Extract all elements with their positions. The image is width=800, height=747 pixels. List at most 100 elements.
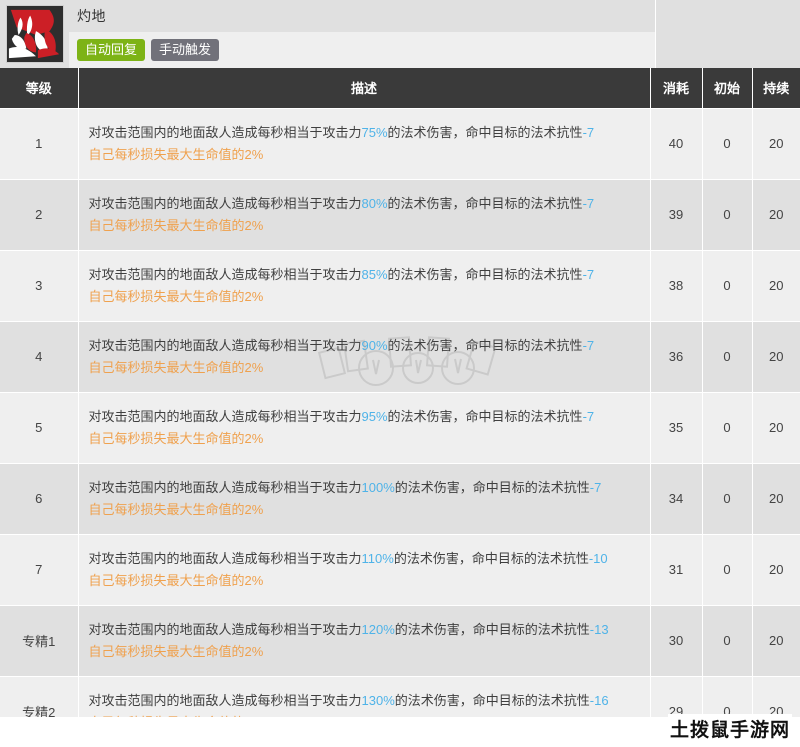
attack-percent-value: 100%	[361, 479, 395, 495]
cell-cost: 34	[650, 463, 703, 535]
desc-text-suffix: 的法术伤害，命中目标的法术抗性	[387, 124, 583, 140]
resistance-reduction-value: -7	[582, 124, 595, 140]
cell-level: 7	[0, 534, 79, 606]
desc-text-suffix: 的法术伤害，命中目标的法术抗性	[393, 550, 589, 566]
cell-level: 专精1	[0, 605, 79, 677]
cell-duration: 20	[752, 108, 800, 180]
attack-percent-value: 80%	[361, 195, 388, 211]
description-line-selfcost: 自己每秒损失最大生命值的2%	[88, 430, 264, 446]
desc-text-prefix: 对攻击范围内的地面敌人造成每秒相当于攻击力	[88, 195, 362, 211]
description-line-damage: 对攻击范围内的地面敌人造成每秒相当于攻击力120%的法术伤害，命中目标的法术抗性…	[89, 619, 638, 641]
attack-percent-value: 130%	[361, 692, 395, 708]
resistance-reduction-value: -10	[588, 550, 608, 566]
desc-text-suffix: 的法术伤害，命中目标的法术抗性	[387, 337, 583, 353]
cell-cost: 40	[650, 108, 703, 180]
attack-percent-value: 110%	[361, 550, 394, 566]
description-line-damage: 对攻击范围内的地面敌人造成每秒相当于攻击力80%的法术伤害，命中目标的法术抗性-…	[89, 193, 638, 215]
column-header-initial: 初始	[702, 68, 753, 109]
description-line-damage: 对攻击范围内的地面敌人造成每秒相当于攻击力75%的法术伤害，命中目标的法术抗性-…	[89, 122, 638, 144]
column-header-description: 描述	[78, 68, 651, 109]
cell-duration: 20	[752, 321, 800, 393]
cell-cost: 39	[650, 179, 703, 251]
table-row: 专精1 对攻击范围内的地面敌人造成每秒相当于攻击力120%的法术伤害，命中目标的法…	[0, 605, 800, 677]
cell-initial: 0	[702, 321, 753, 393]
cell-duration: 20	[752, 463, 800, 535]
cell-description: 对攻击范围内的地面敌人造成每秒相当于攻击力80%的法术伤害，命中目标的法术抗性-…	[78, 179, 651, 251]
cell-level: 1	[0, 108, 79, 180]
column-header-level: 等级	[0, 68, 79, 109]
skill-header-right: 灼地 自动回复 手动触发	[69, 0, 655, 68]
cell-level: 6	[0, 463, 79, 535]
table-body: 1 对攻击范围内的地面敌人造成每秒相当于攻击力75%的法术伤害，命中目标的法术抗性…	[0, 108, 800, 747]
cell-description: 对攻击范围内的地面敌人造成每秒相当于攻击力75%的法术伤害，命中目标的法术抗性-…	[78, 108, 651, 180]
cell-initial: 0	[702, 392, 753, 464]
cell-cost: 36	[650, 321, 703, 393]
skill-title: 灼地	[77, 8, 106, 24]
cell-duration: 20	[752, 179, 800, 251]
cell-duration: 20	[752, 392, 800, 464]
skill-detail-page: 灼地 自动回复 手动触发 等级 描述 消耗 初始 持续 1 对攻击范围内的地面敌人…	[0, 0, 800, 747]
attack-percent-value: 85%	[361, 266, 388, 282]
cell-description: 对攻击范围内的地面敌人造成每秒相当于攻击力100%的法术伤害，命中目标的法术抗性…	[78, 463, 651, 535]
desc-text-suffix: 的法术伤害，命中目标的法术抗性	[394, 692, 590, 708]
desc-text-prefix: 对攻击范围内的地面敌人造成每秒相当于攻击力	[88, 408, 362, 424]
table-row: 7 对攻击范围内的地面敌人造成每秒相当于攻击力110%的法术伤害，命中目标的法术抗…	[0, 534, 800, 606]
table-row: 6 对攻击范围内的地面敌人造成每秒相当于攻击力100%的法术伤害，命中目标的法术抗…	[0, 463, 800, 535]
attack-percent-value: 95%	[361, 408, 388, 424]
description-line-selfcost: 自己每秒损失最大生命值的2%	[88, 501, 264, 517]
description-line-selfcost: 自己每秒损失最大生命值的2%	[88, 572, 264, 588]
cell-level: 4	[0, 321, 79, 393]
cell-duration: 20	[752, 605, 800, 677]
site-watermark: 土拨鼠手游网	[667, 714, 792, 743]
cell-cost: 38	[650, 250, 703, 322]
desc-text-suffix: 的法术伤害，命中目标的法术抗性	[394, 621, 590, 637]
table-row: 2 对攻击范围内的地面敌人造成每秒相当于攻击力80%的法术伤害，命中目标的法术抗性…	[0, 179, 800, 251]
table-row: 3 对攻击范围内的地面敌人造成每秒相当于攻击力85%的法术伤害，命中目标的法术抗性…	[0, 250, 800, 322]
description-line-damage: 对攻击范围内的地面敌人造成每秒相当于攻击力90%的法术伤害，命中目标的法术抗性-…	[89, 335, 638, 357]
scorched-earth-flame-icon	[5, 5, 64, 63]
attack-percent-value: 120%	[361, 621, 395, 637]
header-filler	[655, 0, 800, 68]
resistance-reduction-value: -7	[582, 266, 595, 282]
cell-description: 对攻击范围内的地面敌人造成每秒相当于攻击力90%的法术伤害，命中目标的法术抗性-…	[78, 321, 651, 393]
cell-cost: 30	[650, 605, 703, 677]
desc-text-prefix: 对攻击范围内的地面敌人造成每秒相当于攻击力	[88, 337, 362, 353]
table-header-row: 等级 描述 消耗 初始 持续	[0, 68, 800, 109]
description-line-damage: 对攻击范围内的地面敌人造成每秒相当于攻击力95%的法术伤害，命中目标的法术抗性-…	[89, 406, 638, 428]
table-row: 1 对攻击范围内的地面敌人造成每秒相当于攻击力75%的法术伤害，命中目标的法术抗性…	[0, 108, 800, 180]
cell-initial: 0	[702, 250, 753, 322]
description-line-selfcost: 自己每秒损失最大生命值的2%	[88, 643, 264, 659]
desc-text-prefix: 对攻击范围内的地面敌人造成每秒相当于攻击力	[88, 124, 362, 140]
description-line-selfcost: 自己每秒损失最大生命值的2%	[88, 146, 264, 162]
resistance-reduction-value: -16	[589, 692, 609, 708]
desc-text-suffix: 的法术伤害，命中目标的法术抗性	[387, 195, 583, 211]
resistance-reduction-value: -7	[582, 408, 595, 424]
description-line-selfcost: 自己每秒损失最大生命值的2%	[88, 217, 264, 233]
cell-initial: 0	[702, 463, 753, 535]
cell-initial: 0	[702, 179, 753, 251]
cell-description: 对攻击范围内的地面敌人造成每秒相当于攻击力110%的法术伤害，命中目标的法术抗性…	[78, 534, 651, 606]
description-line-damage: 对攻击范围内的地面敌人造成每秒相当于攻击力85%的法术伤害，命中目标的法术抗性-…	[89, 264, 638, 286]
skill-tag-manual-trigger[interactable]: 手动触发	[151, 39, 220, 61]
table-row: 4 对攻击范围内的地面敌人造成每秒相当于攻击力90%的法术伤害，命中目标的法术抗性…	[0, 321, 800, 393]
desc-text-prefix: 对攻击范围内的地面敌人造成每秒相当于攻击力	[88, 621, 362, 637]
skill-tag-row: 自动回复 手动触发	[69, 32, 655, 68]
cell-level: 2	[0, 179, 79, 251]
description-line-damage: 对攻击范围内的地面敌人造成每秒相当于攻击力100%的法术伤害，命中目标的法术抗性…	[89, 477, 638, 499]
table-row: 5 对攻击范围内的地面敌人造成每秒相当于攻击力95%的法术伤害，命中目标的法术抗性…	[0, 392, 800, 464]
cell-cost: 31	[650, 534, 703, 606]
cell-level: 5	[0, 392, 79, 464]
desc-text-prefix: 对攻击范围内的地面敌人造成每秒相当于攻击力	[88, 550, 362, 566]
resistance-reduction-value: -7	[582, 195, 595, 211]
desc-text-prefix: 对攻击范围内的地面敌人造成每秒相当于攻击力	[88, 692, 362, 708]
skill-tag-auto-recovery[interactable]: 自动回复	[77, 39, 146, 61]
cell-description: 对攻击范围内的地面敌人造成每秒相当于攻击力120%的法术伤害，命中目标的法术抗性…	[78, 605, 651, 677]
skill-icon-cell	[0, 0, 69, 68]
cell-initial: 0	[702, 534, 753, 606]
cell-initial: 0	[702, 108, 753, 180]
resistance-reduction-value: -7	[589, 479, 602, 495]
skill-level-table: 等级 描述 消耗 初始 持续 1 对攻击范围内的地面敌人造成每秒相当于攻击力75%…	[0, 68, 800, 747]
desc-text-suffix: 的法术伤害，命中目标的法术抗性	[387, 408, 583, 424]
attack-percent-value: 90%	[361, 337, 388, 353]
description-line-selfcost: 自己每秒损失最大生命值的2%	[88, 359, 264, 375]
